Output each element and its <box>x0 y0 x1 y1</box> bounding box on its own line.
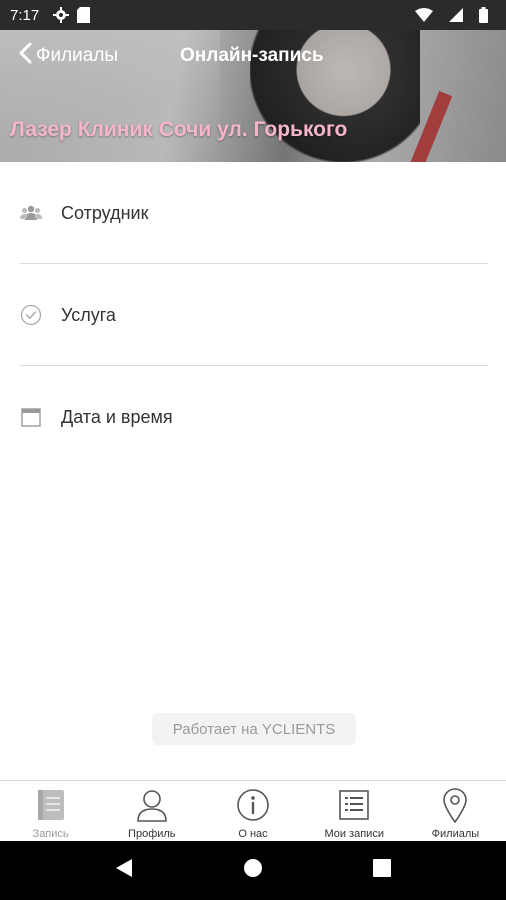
tab-booking[interactable]: Запись <box>0 781 101 841</box>
tab-label: О нас <box>238 828 268 840</box>
profile-person-icon <box>134 787 170 823</box>
menu-item-service[interactable]: Услуга <box>0 264 506 366</box>
back-button[interactable]: Филиалы <box>18 42 118 70</box>
branch-header: Филиалы Онлайн-запись Лазер Клиник Сочи … <box>0 30 506 162</box>
bottom-tab-bar: Запись Профиль О нас Мои записи Филиалы <box>0 780 506 841</box>
battery-icon <box>479 7 488 23</box>
menu-item-label: Сотрудник <box>61 202 149 223</box>
calendar-icon <box>20 406 42 428</box>
tab-profile[interactable]: Профиль <box>101 781 202 841</box>
staff-group-icon <box>20 202 42 224</box>
recents-square-icon <box>372 859 391 882</box>
tab-label: Мои записи <box>324 828 384 840</box>
info-icon <box>235 787 271 823</box>
menu-item-datetime[interactable]: Дата и время <box>0 366 506 468</box>
sd-card-icon <box>77 7 91 23</box>
signal-icon <box>449 8 463 22</box>
system-navigation-bar <box>0 841 506 900</box>
tab-my-bookings[interactable]: Мои записи <box>304 781 405 841</box>
tab-label: Профиль <box>128 828 176 840</box>
page-title: Онлайн-запись <box>180 45 324 66</box>
system-recents-button[interactable] <box>362 851 402 891</box>
powered-by-badge[interactable]: Работает на YCLIENTS <box>152 713 356 745</box>
back-triangle-icon <box>115 858 133 883</box>
location-pin-icon <box>437 787 473 823</box>
settings-gear-icon <box>53 7 70 23</box>
tab-branches[interactable]: Филиалы <box>405 781 506 841</box>
booking-book-icon <box>33 787 69 823</box>
menu-item-label: Услуга <box>61 304 116 325</box>
my-bookings-list-icon <box>336 787 372 823</box>
tab-label: Запись <box>32 828 69 840</box>
tab-label: Филиалы <box>431 828 480 840</box>
status-bar: 7:17 <box>0 0 506 30</box>
status-time: 7:17 <box>10 6 40 24</box>
menu-item-label: Дата и время <box>61 406 173 427</box>
home-circle-icon <box>243 858 263 883</box>
system-back-button[interactable] <box>104 851 144 891</box>
booking-options-list: Сотрудник Услуга Дата и время <box>0 162 506 468</box>
branch-name: Лазер Клиник Сочи ул. Горького <box>10 118 348 141</box>
chevron-left-icon <box>18 42 36 70</box>
menu-item-staff[interactable]: Сотрудник <box>0 162 506 264</box>
back-label: Филиалы <box>36 45 119 66</box>
system-home-button[interactable] <box>233 851 273 891</box>
tab-about[interactable]: О нас <box>202 781 303 841</box>
wifi-icon <box>415 8 433 22</box>
service-check-icon <box>20 304 42 326</box>
